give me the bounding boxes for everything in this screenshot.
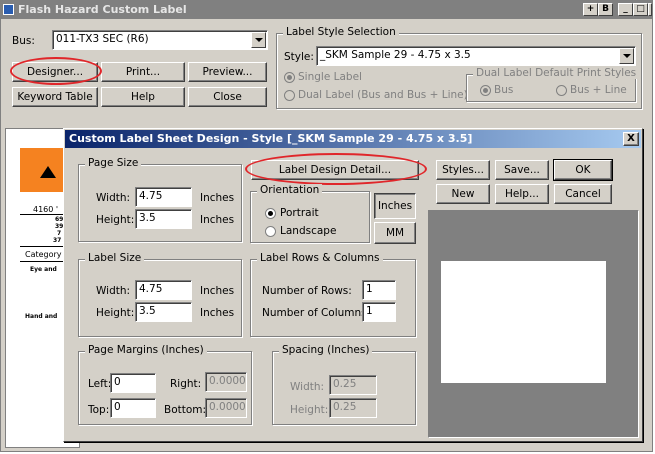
- cancel-button[interactable]: Cancel: [554, 184, 612, 204]
- ok-button[interactable]: OK: [553, 159, 613, 181]
- style-combo[interactable]: _SKM Sample 29 - 4.75 x 3.5: [316, 46, 636, 66]
- bg-hand-text: Hand and: [25, 313, 58, 320]
- spacing-width-label: Width:: [290, 381, 325, 393]
- restore-alt-icon[interactable]: B: [598, 3, 613, 16]
- page-size-title: Page Size: [85, 157, 142, 169]
- label-height-label: Height:: [96, 307, 135, 319]
- page-margins-title: Page Margins (Inches): [85, 344, 207, 356]
- page-height-unit: Inches: [200, 214, 235, 226]
- margin-right-value: 0.0000: [205, 372, 247, 392]
- divider: [20, 261, 68, 262]
- bus-combo[interactable]: 011-TX3 SEC (R6): [52, 30, 268, 50]
- save-button[interactable]: Save...: [495, 160, 549, 180]
- spacing-width-input[interactable]: 0.25: [329, 375, 377, 395]
- margin-left-input[interactable]: 0: [110, 373, 156, 393]
- keyword-table-button[interactable]: Keyword Table: [12, 87, 98, 107]
- landscape-radio[interactable]: [265, 226, 276, 237]
- print-button[interactable]: Print...: [101, 62, 185, 82]
- dialog-help-button[interactable]: Help...: [495, 184, 549, 204]
- rows-input[interactable]: 1: [362, 280, 396, 300]
- label-height-input[interactable]: 3.5: [135, 302, 192, 322]
- margin-bottom-value: 0.0000: [205, 398, 247, 418]
- spacing-height-label: Height:: [290, 404, 329, 416]
- label-height-unit: Inches: [200, 307, 235, 319]
- bus-combo-value: 011-TX3 SEC (R6): [56, 33, 149, 45]
- label-width-input[interactable]: 4.75: [135, 280, 192, 300]
- chevron-down-icon[interactable]: [619, 48, 634, 64]
- label-width-label: Width:: [96, 285, 131, 297]
- bus-radio[interactable]: [480, 85, 491, 96]
- page-height-label: Height:: [96, 214, 135, 226]
- dialog-close-button[interactable]: X: [623, 132, 639, 146]
- style-combo-value: _SKM Sample 29 - 4.75 x 3.5: [320, 49, 471, 61]
- label-size-title: Label Size: [85, 252, 145, 264]
- landscape-label: Landscape: [280, 225, 337, 237]
- dual-label-text: Dual Label (Bus and Bus + Line): [298, 89, 468, 101]
- style-label: Style:: [284, 51, 314, 63]
- dual-label-radio[interactable]: [284, 90, 295, 101]
- page-width-input[interactable]: 4.75: [135, 187, 192, 207]
- close-button[interactable]: [648, 3, 652, 16]
- bg-voltage-text: 4160 ': [33, 205, 59, 214]
- spacing-title: Spacing (Inches): [279, 344, 373, 356]
- bus-line-radio-label: Bus + Line: [570, 84, 627, 96]
- designer-button[interactable]: Designer...: [12, 62, 98, 82]
- window-title: Flash Hazard Custom Label: [18, 3, 187, 16]
- app-icon: [3, 4, 14, 15]
- margin-bottom-label: Bottom:: [164, 404, 207, 416]
- inches-toggle[interactable]: Inches: [374, 193, 416, 219]
- dialog-title-bar[interactable]: Custom Label Sheet Design - Style [_SKM …: [65, 130, 641, 148]
- label-width-unit: Inches: [200, 285, 235, 297]
- dual-default-group-title: Dual Label Default Print Styles: [473, 67, 640, 79]
- bus-radio-label: Bus: [494, 84, 514, 96]
- main-title-bar[interactable]: Flash Hazard Custom Label + B _ □: [1, 1, 652, 19]
- label-paper-preview: [440, 260, 607, 384]
- single-label-text: Single Label: [298, 71, 362, 83]
- single-label-radio[interactable]: [284, 72, 295, 83]
- close-main-button[interactable]: Close: [188, 87, 267, 107]
- label-design-detail-button[interactable]: Label Design Detail...: [251, 160, 419, 180]
- help-button[interactable]: Help: [101, 87, 185, 107]
- dialog-title: Custom Label Sheet Design - Style [_SKM …: [69, 132, 473, 145]
- portrait-radio[interactable]: [265, 208, 276, 219]
- rows-columns-title: Label Rows & Columns: [257, 252, 383, 264]
- pin-icon[interactable]: +: [583, 3, 598, 16]
- orientation-title: Orientation: [257, 184, 323, 196]
- margin-top-label: Top:: [88, 404, 110, 416]
- label-style-group-title: Label Style Selection: [283, 26, 399, 38]
- mm-toggle[interactable]: MM: [374, 222, 416, 244]
- columns-label: Number of Columns:: [262, 307, 371, 319]
- page-height-input[interactable]: 3.5: [135, 209, 192, 229]
- bg-category-text: Category: [25, 250, 62, 259]
- rows-label: Number of Rows:: [262, 285, 352, 297]
- page-width-unit: Inches: [200, 192, 235, 204]
- maximize-button[interactable]: □: [633, 3, 648, 16]
- divider: [20, 246, 68, 247]
- columns-input[interactable]: 1: [362, 302, 396, 322]
- portrait-label: Portrait: [280, 207, 319, 219]
- preview-button[interactable]: Preview...: [188, 62, 267, 82]
- spacing-height-input[interactable]: 0.25: [329, 398, 377, 418]
- divider: [20, 214, 68, 215]
- styles-button[interactable]: Styles...: [436, 160, 490, 180]
- chevron-down-icon[interactable]: [251, 32, 266, 48]
- bus-line-radio[interactable]: [556, 85, 567, 96]
- margin-top-input[interactable]: 0: [110, 398, 156, 418]
- minimize-button[interactable]: _: [618, 3, 633, 16]
- page-width-label: Width:: [96, 192, 131, 204]
- bus-label: Bus:: [12, 35, 35, 47]
- new-button[interactable]: New: [436, 184, 490, 204]
- margin-right-label: Right:: [170, 378, 202, 390]
- bg-eye-text: Eye and: [30, 266, 57, 273]
- margin-left-label: Left:: [88, 378, 112, 390]
